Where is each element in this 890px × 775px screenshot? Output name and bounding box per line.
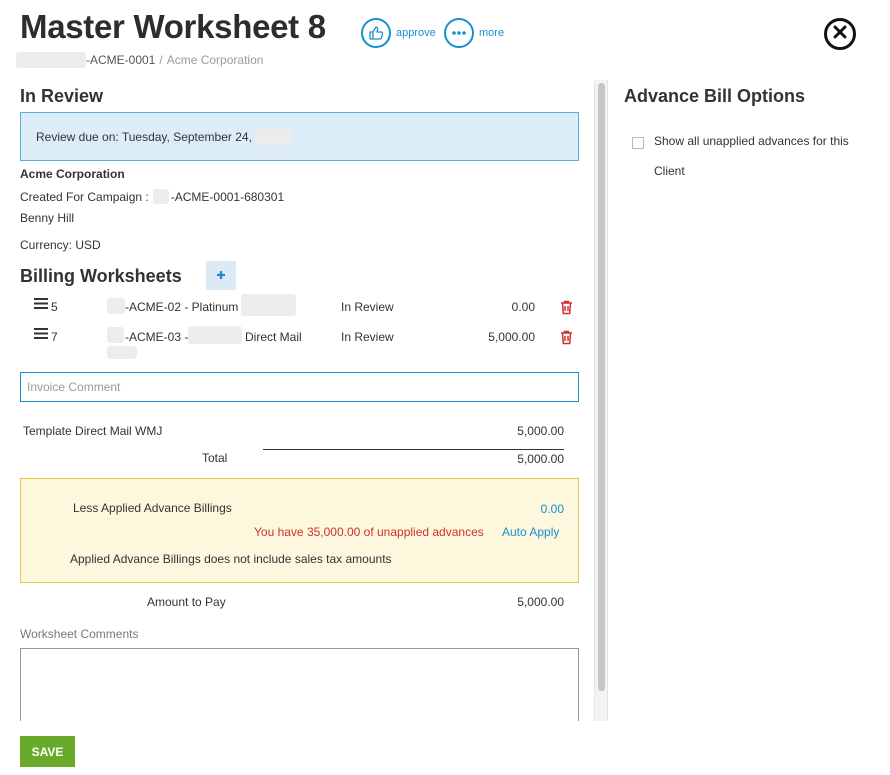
worksheet-status: In Review: [341, 300, 394, 314]
worksheet-row[interactable]: 5 -ACME-02 - Platinum In Review 0.00: [20, 294, 590, 324]
amount-to-pay-label: Amount to Pay: [147, 595, 226, 609]
worksheet-number: 7: [51, 330, 58, 344]
contact-person: Benny Hill: [20, 211, 75, 225]
more-dots-icon: [444, 18, 474, 48]
worksheet-amount: 5,000.00: [488, 330, 535, 344]
breadcrumb-code: -ACME-0001: [86, 53, 156, 67]
total-amount: 5,000.00: [517, 452, 564, 466]
redacted-block: [16, 52, 86, 68]
redacted-block: [107, 346, 137, 359]
invoice-comment-input[interactable]: [20, 372, 579, 402]
amount-to-pay-value: 5,000.00: [517, 595, 564, 609]
worksheet-name-suffix[interactable]: Direct Mail: [245, 330, 302, 344]
show-unapplied-checkbox[interactable]: [632, 137, 644, 149]
less-applied-amount[interactable]: 0.00: [464, 502, 564, 516]
thumbs-up-icon: [361, 18, 391, 48]
redacted-block: [152, 189, 169, 204]
redacted-block: [241, 294, 296, 316]
line-item-amount: 5,000.00: [517, 424, 564, 438]
breadcrumb-separator: /: [159, 53, 163, 67]
scrollbar[interactable]: [594, 80, 608, 721]
worksheet-name[interactable]: -ACME-02 - Platinum: [125, 300, 238, 314]
trash-icon[interactable]: [560, 300, 573, 318]
more-label: more: [479, 27, 505, 39]
add-worksheet-button[interactable]: [206, 261, 236, 290]
scrollbar-thumb[interactable]: [598, 83, 605, 691]
more-button[interactable]: more: [444, 18, 504, 48]
redacted-block: [107, 327, 124, 343]
review-due-text: Review due on: Tuesday, September 24,: [36, 129, 252, 144]
line-item-label: Template Direct Mail WMJ: [23, 424, 163, 438]
worksheet-status: In Review: [341, 330, 394, 344]
trash-icon[interactable]: [560, 330, 573, 348]
close-button[interactable]: [824, 18, 856, 50]
redacted-block: [188, 326, 242, 344]
total-label: Total: [202, 451, 228, 465]
checkbox-label-line1: Show all unapplied advances for this: [654, 134, 849, 148]
scroll-clip: [0, 721, 596, 741]
currency-label: Currency: USD: [20, 238, 101, 252]
campaign-label: Created For Campaign :: [20, 189, 149, 204]
drag-handle-icon[interactable]: [34, 328, 48, 342]
close-icon: [833, 25, 847, 44]
campaign-info: Created For Campaign : -ACME-0001-680301: [20, 189, 284, 204]
auto-apply-link[interactable]: Auto Apply: [502, 525, 559, 539]
sales-tax-note: Applied Advance Billings does not includ…: [70, 552, 392, 566]
approve-button[interactable]: approve: [361, 18, 436, 48]
worksheet-comments-label: Worksheet Comments: [20, 627, 139, 641]
options-heading: Advance Bill Options: [624, 86, 806, 106]
drag-handle-icon[interactable]: [34, 298, 48, 312]
less-applied-label: Less Applied Advance Billings: [73, 501, 232, 515]
advance-billings-panel: Less Applied Advance Billings 0.00 You h…: [20, 478, 579, 583]
billing-heading: Billing Worksheets: [20, 266, 182, 286]
breadcrumb: -ACME-0001 / Acme Corporation: [16, 52, 263, 68]
redacted-block: [107, 298, 125, 314]
review-due-banner: Review due on: Tuesday, September 24,: [20, 112, 579, 161]
worksheet-amount: 0.00: [511, 300, 535, 314]
approve-label: approve: [396, 27, 436, 39]
unapplied-warning: You have 35,000.00 of unapplied advances: [254, 525, 484, 539]
checkbox-label-line2: Client: [654, 164, 685, 178]
page-title: Master Worksheet 8: [20, 8, 326, 45]
breadcrumb-client: Acme Corporation: [166, 53, 264, 67]
plus-icon: [216, 267, 226, 285]
status-heading: In Review: [20, 86, 104, 106]
redacted-block: [254, 128, 291, 145]
campaign-code: -ACME-0001-680301: [170, 189, 285, 204]
worksheet-name[interactable]: -ACME-03 -: [125, 330, 188, 344]
worksheet-row[interactable]: 7 -ACME-03 - Direct Mail In Review 5,000…: [20, 324, 590, 360]
client-name: Acme Corporation: [20, 167, 125, 181]
save-button[interactable]: SAVE: [20, 736, 75, 767]
total-divider: [263, 449, 564, 450]
worksheet-number: 5: [51, 300, 58, 314]
